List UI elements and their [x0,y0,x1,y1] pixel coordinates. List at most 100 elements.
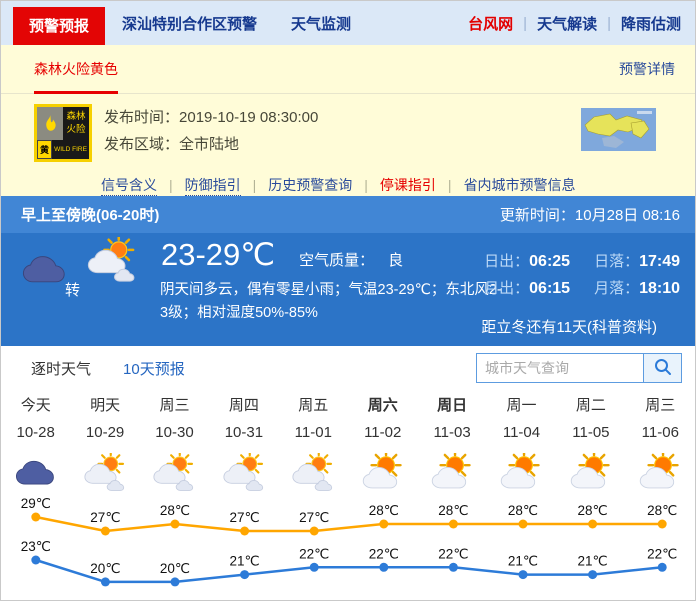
svg-text:28℃: 28℃ [369,503,399,518]
warning-tab-row: 森林火险黄色 预警详情 [1,45,695,94]
svg-text:28℃: 28℃ [578,503,608,518]
warning-map-thumbnail [581,108,656,162]
day-date: 11-06 [626,419,695,446]
current-body: 转 23-29℃ 空气质量： 良 阴天间多云，偶有零星小雨；气温23-29℃；东… [1,233,695,346]
forest-fire-warning-icon: 森林火险 黄 WILD FIRE [34,104,92,162]
day-name: 周三 [140,392,209,419]
forecast-period-label: 早上至傍晚(06-20时) [21,204,159,225]
current-conditions-section: 早上至傍晚(06-20时) 更新时间：10月28日 08:16 转 23-29℃… [1,196,695,346]
cloudy-icon [70,446,139,498]
moonrise: 月出：06:15 [484,277,570,298]
day-name: 周日 [417,392,486,419]
svg-text:28℃: 28℃ [160,503,190,518]
moonset: 月落：18:10 [594,277,680,298]
nav-tab-shenshan-warning[interactable]: 深汕特别合作区预警 [105,13,274,45]
day-column-11-05[interactable]: 周二 11-05 [556,392,625,498]
day-date: 11-04 [487,419,556,446]
svg-text:21℃: 21℃ [230,554,260,569]
tab-hourly-weather[interactable]: 逐时天气 [31,358,91,379]
day-column-11-03[interactable]: 周日 11-03 [417,392,486,498]
forecast-tab-row: 逐时天气 10天预报 [1,346,695,390]
air-quality-value: 良 [388,249,403,270]
publish-area-line: 发布区域：全市陆地 [104,131,318,158]
day-date: 10-29 [70,419,139,446]
warning-links: 信号含义|防御指引|历史预警查询|停课指引|省内城市预警信息 [1,162,695,195]
day-column-11-01[interactable]: 周五 11-01 [279,392,348,498]
nav-links: 台风网 | 天气解读 | 降雨估测 [468,13,695,45]
day-date: 11-01 [279,419,348,446]
city-search-input[interactable] [476,353,644,383]
warning-tab-forest-fire[interactable]: 森林火险黄色 [34,45,118,93]
overcast-icon [1,446,70,498]
cloudy-icon [140,446,209,498]
warning-link-4[interactable]: 停课指引 [380,177,436,193]
nav-link-typhoon[interactable]: 台风网 [468,13,513,34]
day-column-11-04[interactable]: 周一 11-04 [487,392,556,498]
publish-time-line: 发布时间：2019-10-19 08:30:00 [104,104,318,131]
tab-10day-forecast[interactable]: 10天预报 [123,358,185,379]
svg-text:22℃: 22℃ [438,546,468,561]
nav-link-rainfall[interactable]: 降雨估测 [621,13,681,34]
divider: | [448,177,452,193]
day-name: 明天 [70,392,139,419]
warning-link-1[interactable]: 信号含义 [101,177,157,196]
svg-text:21℃: 21℃ [578,554,608,569]
svg-text:23℃: 23℃ [21,539,51,554]
suncloud-icon [417,446,486,498]
forecast-section: 逐时天气 10天预报 今天 10-28 明天 10-29 周三 10-30 周四 [1,346,695,599]
warning-icon-en-label: WILD FIRE [52,140,89,159]
divider: | [607,15,611,32]
warning-link-2[interactable]: 防御指引 [185,177,241,196]
svg-text:28℃: 28℃ [647,503,677,518]
solar-term-note[interactable]: 距立冬还有11天(科普资料) [481,316,657,337]
svg-text:27℃: 27℃ [230,510,260,525]
forecast-days: 今天 10-28 明天 10-29 周三 10-30 周四 10-31 周五 1… [1,392,695,498]
day-name: 周一 [487,392,556,419]
svg-text:20℃: 20℃ [160,561,190,576]
day-name: 周六 [348,392,417,419]
svg-text:27℃: 27℃ [90,510,120,525]
day-column-10-28[interactable]: 今天 10-28 [1,392,70,498]
day-date: 11-02 [348,419,417,446]
warning-link-3[interactable]: 历史预警查询 [268,177,352,193]
svg-text:28℃: 28℃ [508,503,538,518]
nav-tab-weather-monitor[interactable]: 天气监测 [274,13,368,45]
nav-tab-warning-forecast[interactable]: 预警预报 [13,7,105,45]
day-date: 10-28 [1,419,70,446]
warning-link-5[interactable]: 省内城市预警信息 [464,177,576,193]
day-column-10-31[interactable]: 周四 10-31 [209,392,278,498]
divider: | [169,177,173,193]
day-name: 周三 [626,392,695,419]
nav-link-interpretation[interactable]: 天气解读 [537,13,597,34]
day-date: 11-05 [556,419,625,446]
day-name: 周四 [209,392,278,419]
warning-tab-label: 森林火险黄色 [34,59,118,79]
publish-area-value: 全市陆地 [179,136,239,153]
day-column-11-06[interactable]: 周三 11-06 [626,392,695,498]
publish-time-value: 2019-10-19 08:30:00 [179,109,318,126]
current-header: 早上至傍晚(06-20时) 更新时间：10月28日 08:16 [1,196,695,233]
temperature-line: 23-29℃ 空气质量： 良 [161,237,403,273]
svg-text:28℃: 28℃ [438,503,468,518]
day-date: 10-30 [140,419,209,446]
warning-icon-bottom: 黄 WILD FIRE [37,140,89,159]
warning-info: 发布时间：2019-10-19 08:30:00 发布区域：全市陆地 [104,104,318,162]
temperature-chart: 29℃27℃28℃27℃27℃28℃28℃28℃28℃28℃23℃20℃20℃2… [1,498,696,599]
city-search [476,353,682,383]
warning-level-badge: 黄 [37,140,52,159]
day-column-11-02[interactable]: 周六 11-02 [348,392,417,498]
weather-page: 预警预报 深汕特别合作区预警 天气监测 台风网 | 天气解读 | 降雨估测 森林… [0,0,696,601]
svg-text:22℃: 22℃ [299,546,329,561]
warning-details-link[interactable]: 预警详情 [619,59,675,79]
search-button[interactable] [644,353,682,383]
day-column-10-29[interactable]: 明天 10-29 [70,392,139,498]
day-column-10-30[interactable]: 周三 10-30 [140,392,209,498]
sun-cloud-icon [85,237,139,288]
day-name: 周五 [279,392,348,419]
warning-body: 森林火险 黄 WILD FIRE 发布时间：2019-10-19 08:30:0… [1,94,695,162]
svg-text:29℃: 29℃ [21,498,51,511]
warning-section: 森林火险黄色 预警详情 森林火险 黄 WILD FIRE 发布时间：2019-1… [1,45,695,196]
suncloud-icon [348,446,417,498]
divider: | [364,177,368,193]
update-time: 更新时间：10月28日 08:16 [500,204,680,225]
